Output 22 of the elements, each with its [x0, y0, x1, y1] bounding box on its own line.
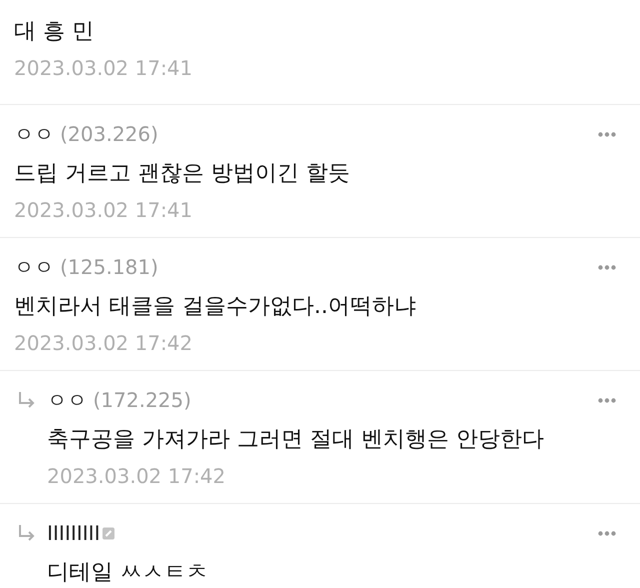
nickname: ㅇㅇ	[14, 120, 54, 148]
comment-date: 2023.03.02 17:42	[14, 331, 194, 355]
more-icon[interactable]	[598, 530, 616, 536]
comment-text: 축구공을 가져가라 그러면 절대 벤치행은 안당한다	[46, 426, 545, 454]
nickname: IIIIIIIII	[47, 521, 100, 545]
comment-text: 벤치라서 태클을 걸을수가없다..어떡하냐	[14, 293, 417, 321]
nickname: ㅇㅇ	[14, 254, 54, 280]
ip-address: (125.181)	[60, 255, 158, 279]
comment-date: 2023.03.02 17:41	[14, 198, 194, 222]
nickname: ㅇㅇ	[47, 386, 87, 414]
ip-address: (172.225)	[93, 388, 192, 412]
comment-date: 2023.03.02 17:41	[14, 56, 194, 80]
comment-text: 대 흥 민	[14, 18, 95, 46]
comment-date: 2023.03.02 17:42	[46, 464, 227, 488]
reply-arrow-icon	[17, 524, 37, 542]
comment-text: 드립 거르고 괜찮은 방법이긴 할듯	[14, 160, 351, 188]
more-icon[interactable]	[598, 398, 616, 402]
more-icon[interactable]	[598, 132, 616, 136]
comment-text: 디테일 ㅆㅅㅌㅊ	[46, 559, 209, 587]
reply-arrow-icon	[17, 391, 37, 409]
ip-address: (203.226)	[60, 122, 158, 146]
more-icon[interactable]	[598, 264, 616, 270]
